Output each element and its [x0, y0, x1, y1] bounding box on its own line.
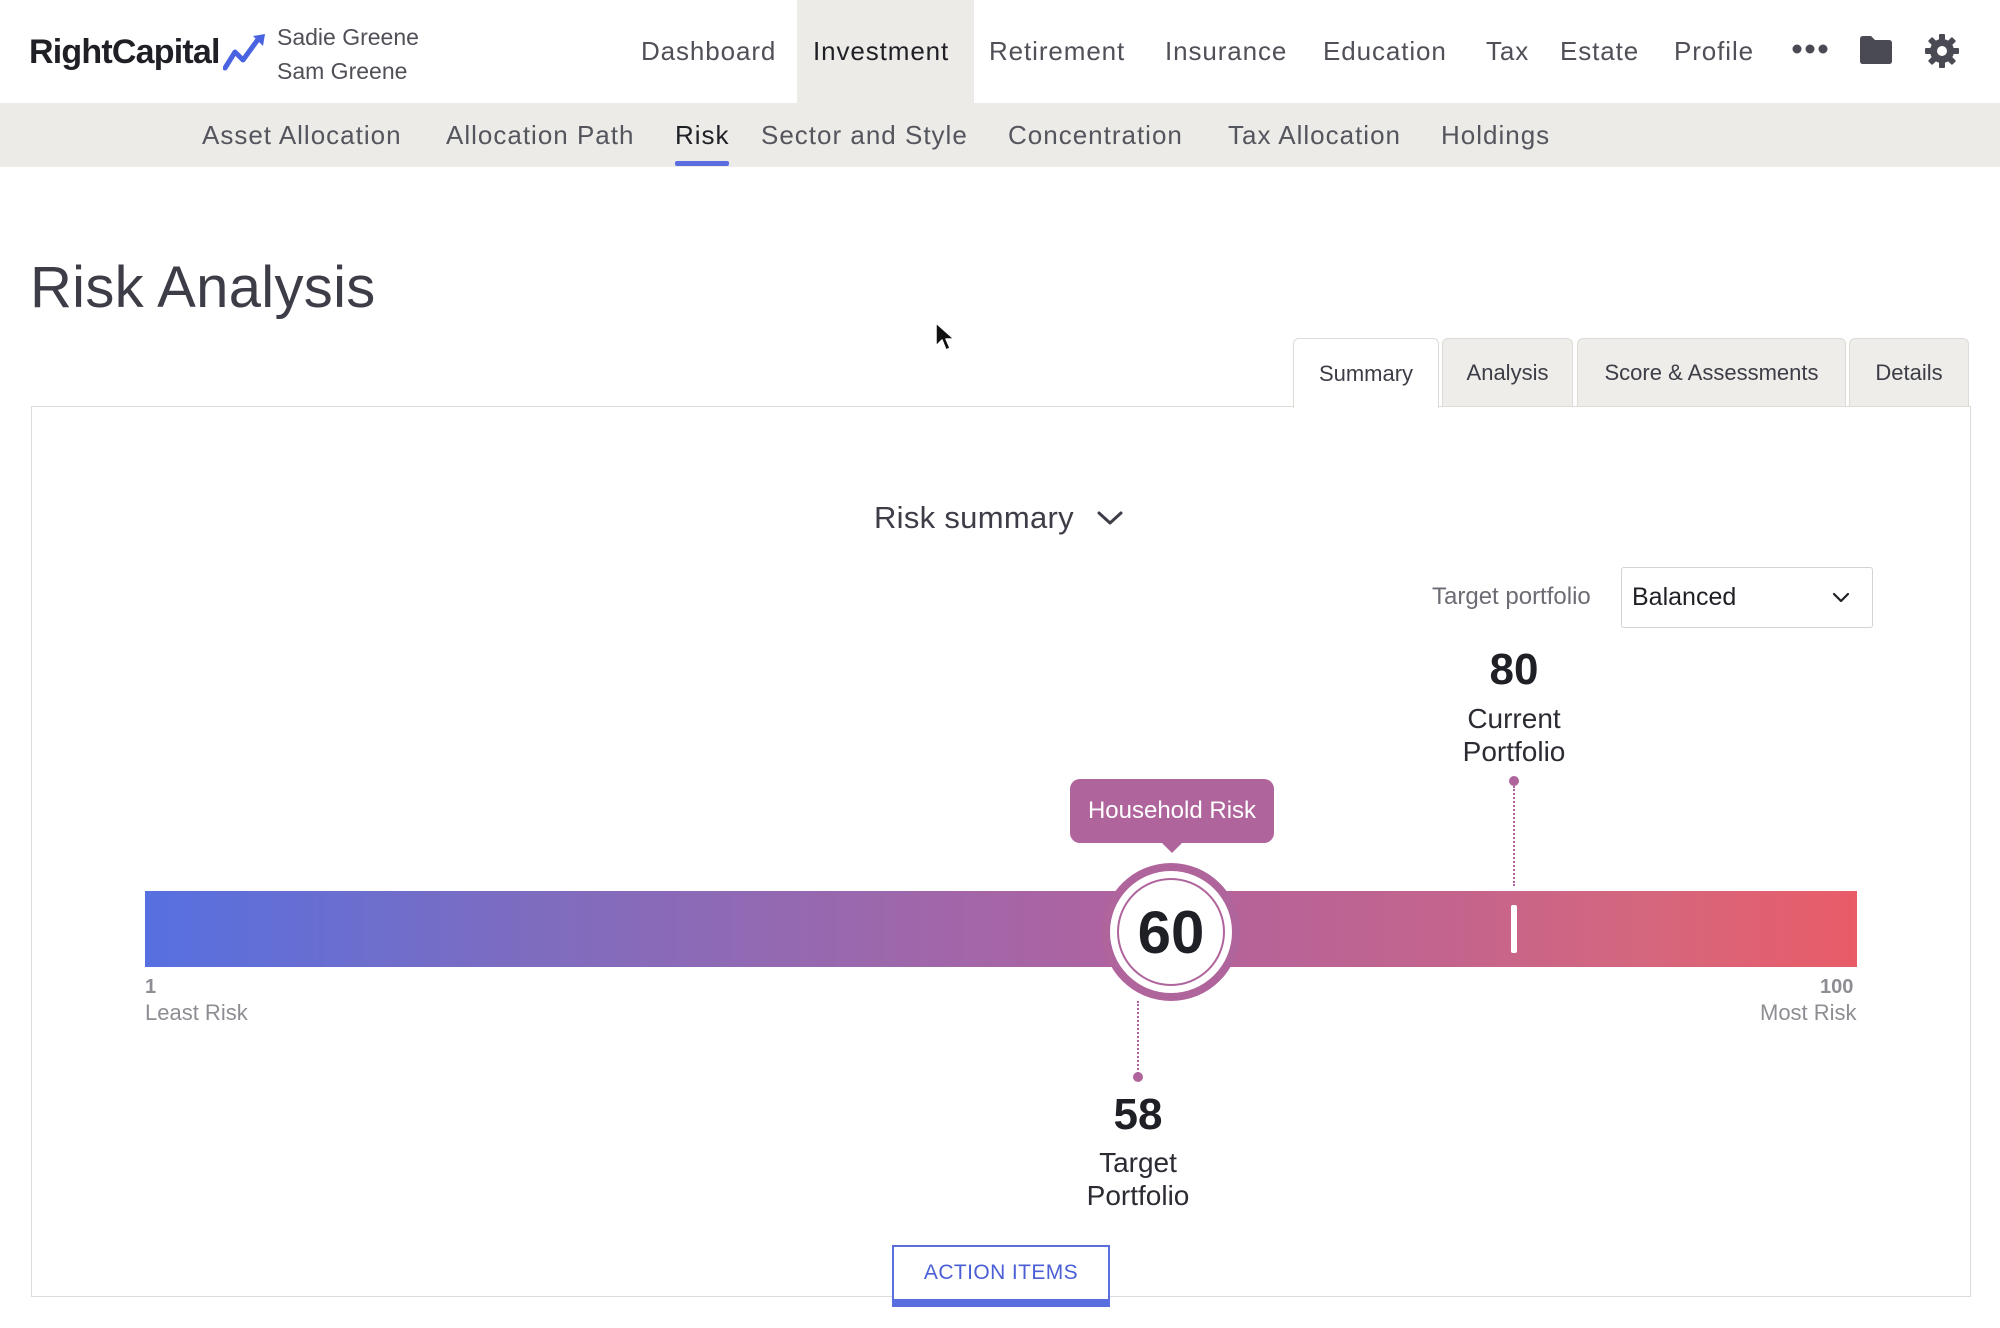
target-portfolio-select[interactable]: Balanced: [1621, 567, 1873, 628]
subnav-risk[interactable]: Risk: [675, 103, 730, 167]
subnav-asset-allocation[interactable]: Asset Allocation: [202, 103, 402, 167]
active-subnav-indicator: [675, 161, 729, 166]
target-portfolio-value: Balanced: [1632, 583, 1737, 611]
current-portfolio-caption-line1: Current: [1467, 703, 1561, 734]
folder-icon[interactable]: [1858, 35, 1894, 65]
scale-min-value: 1: [145, 976, 157, 998]
summary-panel: [31, 406, 1971, 1297]
nav-investment[interactable]: Investment: [797, 0, 974, 103]
subnav-tax-allocation[interactable]: Tax Allocation: [1228, 103, 1401, 167]
nav-retirement[interactable]: Retirement: [989, 0, 1125, 103]
scale-min-label: Least Risk: [145, 1000, 248, 1025]
sub-nav: Asset Allocation Allocation Path Risk Se…: [0, 103, 2000, 167]
target-portfolio-dot: [1133, 1072, 1143, 1082]
household-risk-tooltip: Household Risk: [1070, 779, 1274, 853]
current-portfolio-dot: [1509, 776, 1519, 786]
current-portfolio-score: 80: [1489, 645, 1539, 694]
subnav-concentration[interactable]: Concentration: [1008, 103, 1183, 167]
nav-estate[interactable]: Estate: [1560, 0, 1639, 103]
action-items-button[interactable]: ACTION ITEMS: [892, 1245, 1110, 1307]
nav-insurance[interactable]: Insurance: [1165, 0, 1287, 103]
app-logo[interactable]: RightCapital: [29, 32, 267, 72]
tab-summary[interactable]: Summary: [1293, 338, 1439, 408]
logo-text: RightCapital: [29, 32, 220, 71]
household-risk-score: 60: [1117, 878, 1225, 986]
target-portfolio-caption-line2: Portfolio: [1086, 1180, 1190, 1211]
scale-max-value: 100: [1820, 976, 1854, 998]
risk-scale-bar: [145, 891, 1857, 967]
current-portfolio-connector: [1513, 786, 1515, 886]
nav-education[interactable]: Education: [1323, 0, 1447, 103]
nav-tax[interactable]: Tax: [1486, 0, 1529, 103]
more-dots-icon[interactable]: [1792, 44, 1828, 54]
current-portfolio-marker[interactable]: [1511, 905, 1517, 953]
target-portfolio-caption: Target Portfolio: [1018, 1146, 1258, 1212]
client-name-2: Sam Greene: [277, 58, 408, 84]
target-portfolio-caption-line1: Target: [1099, 1147, 1177, 1178]
tab-score-assessments[interactable]: Score & Assessments: [1577, 338, 1846, 406]
scale-max-label: Most Risk: [1760, 1000, 1857, 1025]
gear-icon[interactable]: [1924, 33, 1960, 69]
tab-details[interactable]: Details: [1849, 338, 1969, 406]
current-portfolio-caption-line2: Portfolio: [1462, 736, 1566, 767]
top-header: RightCapital Sadie Greene Sam Greene Das…: [0, 0, 2000, 103]
chevron-down-icon: [1832, 592, 1850, 603]
client-names[interactable]: Sadie Greene Sam Greene: [277, 20, 419, 88]
risk-summary-dropdown[interactable]: Risk summary: [874, 500, 1124, 536]
subnav-holdings[interactable]: Holdings: [1441, 103, 1550, 167]
target-portfolio-score: 58: [1113, 1090, 1163, 1139]
subnav-allocation-path[interactable]: Allocation Path: [446, 103, 634, 167]
nav-dashboard[interactable]: Dashboard: [641, 0, 776, 103]
client-name-1: Sadie Greene: [277, 24, 419, 50]
target-portfolio-connector: [1137, 1001, 1139, 1074]
target-portfolio-label: Target portfolio: [1432, 583, 1591, 610]
household-risk-marker[interactable]: 60: [1102, 863, 1240, 1001]
page-title: Risk Analysis: [30, 255, 376, 320]
tab-analysis[interactable]: Analysis: [1442, 338, 1573, 406]
mouse-cursor-icon: [935, 322, 955, 351]
chevron-down-icon: [1097, 511, 1123, 525]
nav-profile[interactable]: Profile: [1674, 0, 1754, 103]
subnav-sector-and-style[interactable]: Sector and Style: [761, 103, 968, 167]
risk-summary-title: Risk summary: [874, 500, 1074, 535]
trend-arrow-icon: [222, 34, 265, 71]
current-portfolio-caption: Current Portfolio: [1394, 702, 1634, 768]
